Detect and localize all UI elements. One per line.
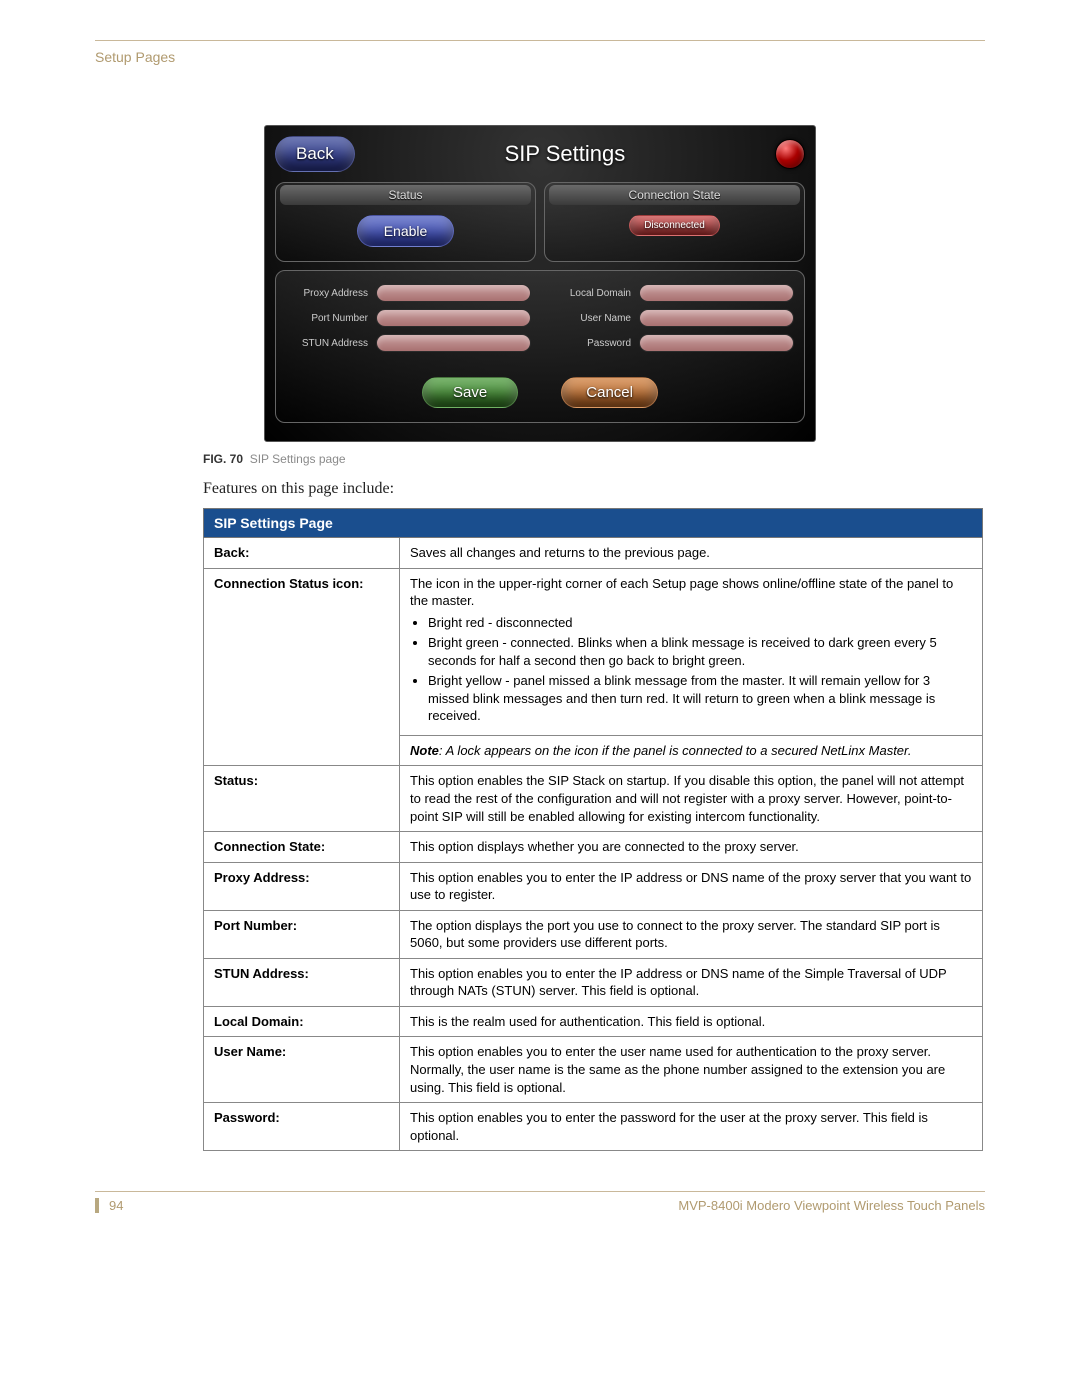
section-heading: Setup Pages (95, 49, 985, 65)
password-input[interactable] (639, 334, 794, 352)
screen-title: SIP Settings (363, 141, 767, 167)
figure-caption: FIG. 70 SIP Settings page (203, 452, 985, 466)
page-footer: 94 MVP-8400i Modero Viewpoint Wireless T… (95, 1191, 985, 1213)
proxy-address-input[interactable] (376, 284, 531, 302)
save-button[interactable]: Save (422, 377, 518, 408)
field-label: STUN Address (286, 338, 368, 349)
status-box: Status Enable (275, 182, 536, 262)
field-label: Port Number (286, 313, 368, 324)
doc-title: MVP-8400i Modero Viewpoint Wireless Touc… (678, 1198, 985, 1213)
table-row: Status:This option enables the SIP Stack… (204, 766, 983, 832)
connection-state-box: Connection State Disconnected (544, 182, 805, 262)
table-row: User Name:This option enables you to ent… (204, 1037, 983, 1103)
connection-state-header: Connection State (549, 185, 800, 205)
table-row: Connection Status icon: The icon in the … (204, 568, 983, 735)
stun-address-input[interactable] (376, 334, 531, 352)
table-row: Proxy Address:This option enables you to… (204, 862, 983, 910)
cancel-button[interactable]: Cancel (561, 377, 658, 408)
fields-box: Proxy Address Port Number STUN Address L… (275, 270, 805, 423)
local-domain-input[interactable] (639, 284, 794, 302)
table-row: Port Number:The option displays the port… (204, 910, 983, 958)
table-title: SIP Settings Page (204, 509, 983, 538)
user-name-input[interactable] (639, 309, 794, 327)
page-number: 94 (95, 1198, 123, 1213)
sip-settings-screenshot: Back SIP Settings Status Enable Connecti… (264, 125, 816, 442)
table-row: Password:This option enables you to ente… (204, 1103, 983, 1151)
status-header: Status (280, 185, 531, 205)
back-button[interactable]: Back (275, 136, 355, 172)
enable-button[interactable]: Enable (357, 215, 455, 247)
field-label: Proxy Address (286, 288, 368, 299)
features-table: SIP Settings Page Back: Saves all change… (203, 508, 983, 1151)
disconnected-pill: Disconnected (629, 215, 720, 236)
port-number-input[interactable] (376, 309, 531, 327)
table-row: Back: Saves all changes and returns to t… (204, 538, 983, 569)
field-label: Local Domain (549, 288, 631, 299)
table-row: STUN Address:This option enables you to … (204, 958, 983, 1006)
table-row: Connection State:This option displays wh… (204, 832, 983, 863)
intro-text: Features on this page include: (203, 480, 985, 498)
field-label: Password (549, 338, 631, 349)
table-row: Local Domain:This is the realm used for … (204, 1006, 983, 1037)
connection-status-icon (775, 139, 805, 169)
field-label: User Name (549, 313, 631, 324)
